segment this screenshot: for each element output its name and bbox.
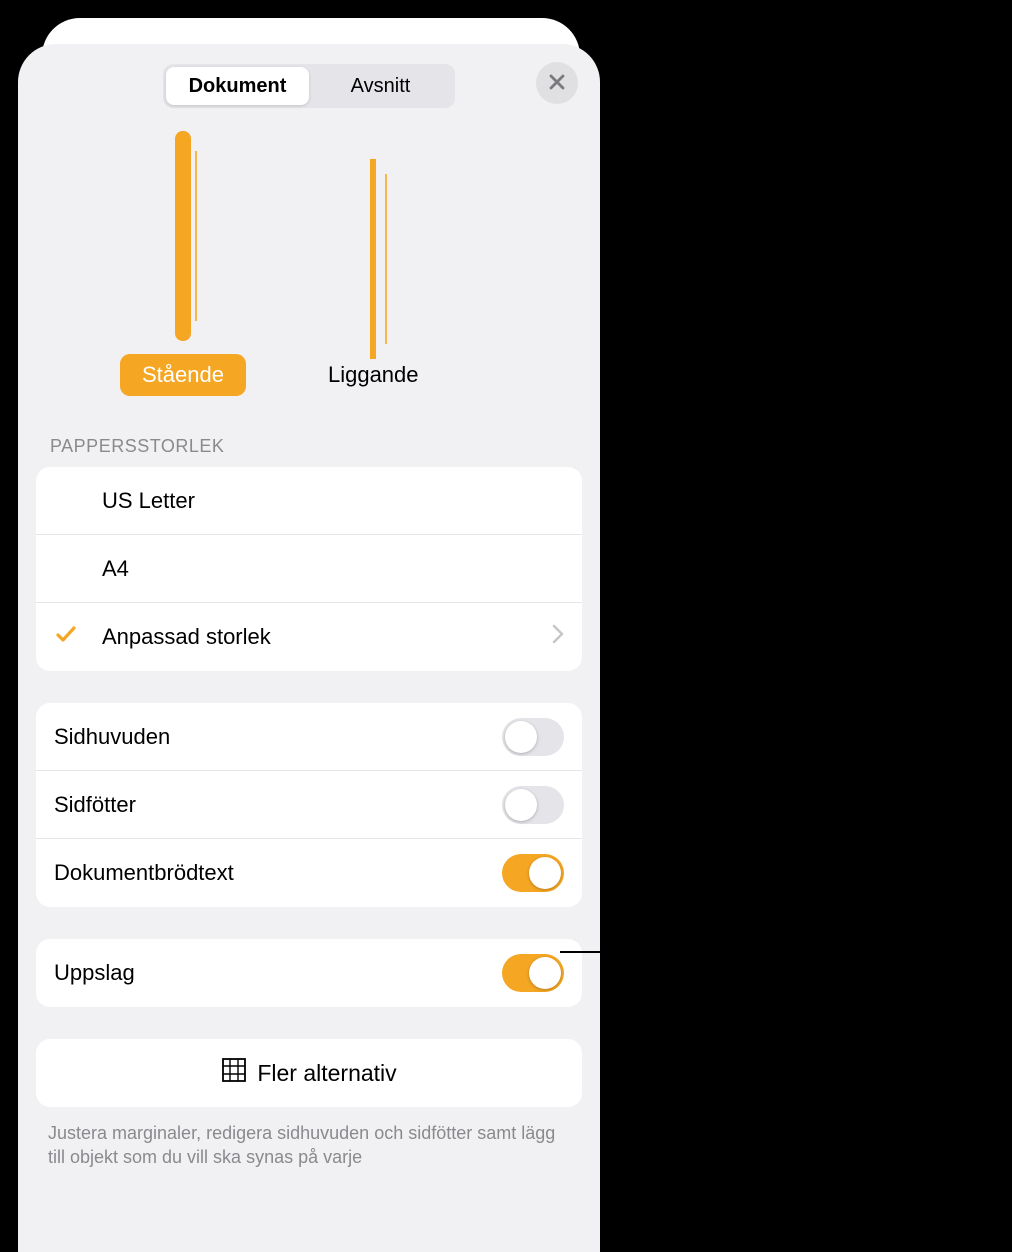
toggle-label: Sidhuvuden	[54, 724, 502, 750]
toggle-label: Dokumentbrödtext	[54, 860, 502, 886]
document-settings-panel: Dokument Avsnitt Stående	[18, 44, 600, 1252]
close-button[interactable]	[536, 62, 578, 104]
document-toggles-list: Sidhuvuden Sidfötter Dokumentbrödtext	[36, 703, 582, 907]
paper-size-label: A4	[102, 556, 564, 582]
callout-text: Om Dokumentbrödtext är markerat arbetar …	[630, 916, 995, 1013]
spreads-list: Uppslag	[36, 939, 582, 1007]
checkmark-icon	[54, 622, 78, 652]
paper-size-list: US Letter A4 Anpassad storlek	[36, 467, 582, 671]
toggle-row-body: Dokumentbrödtext	[36, 839, 582, 907]
orientation-portrait-label[interactable]: Stående	[120, 354, 246, 396]
footer-note: Justera marginaler, redigera sidhuvuden …	[18, 1107, 600, 1170]
toggle-row-spreads: Uppslag	[36, 939, 582, 1007]
paper-size-us-letter[interactable]: US Letter	[36, 467, 582, 535]
chevron-right-icon	[552, 624, 564, 650]
paper-size-label: Anpassad storlek	[102, 624, 552, 650]
more-options-list: Fler alternativ	[36, 1039, 582, 1107]
orientation-landscape-label[interactable]: Liggande	[306, 354, 441, 396]
paper-size-a4[interactable]: A4	[36, 535, 582, 603]
callout-connector	[560, 951, 630, 953]
paper-size-header: PAPPERSSTORLEK	[18, 396, 600, 467]
spreads-toggle[interactable]	[502, 954, 564, 992]
orientation-portrait-thumb[interactable]	[180, 136, 186, 336]
paper-size-label: US Letter	[102, 488, 564, 514]
toggle-label: Uppslag	[54, 960, 502, 986]
paper-size-custom[interactable]: Anpassad storlek	[36, 603, 582, 671]
more-options-icon	[221, 1057, 247, 1089]
orientation-landscape-thumb[interactable]	[370, 136, 376, 336]
footers-toggle[interactable]	[502, 786, 564, 824]
headers-toggle[interactable]	[502, 718, 564, 756]
more-options-button[interactable]: Fler alternativ	[36, 1039, 582, 1107]
more-options-label: Fler alternativ	[257, 1060, 396, 1087]
document-body-toggle[interactable]	[502, 854, 564, 892]
toggle-row-footers: Sidfötter	[36, 771, 582, 839]
tab-section[interactable]: Avsnitt	[309, 67, 452, 105]
toggle-row-headers: Sidhuvuden	[36, 703, 582, 771]
toggle-label: Sidfötter	[54, 792, 502, 818]
close-icon	[549, 74, 565, 93]
tab-document[interactable]: Dokument	[166, 67, 309, 105]
tab-segmented-control: Dokument Avsnitt	[163, 64, 455, 108]
